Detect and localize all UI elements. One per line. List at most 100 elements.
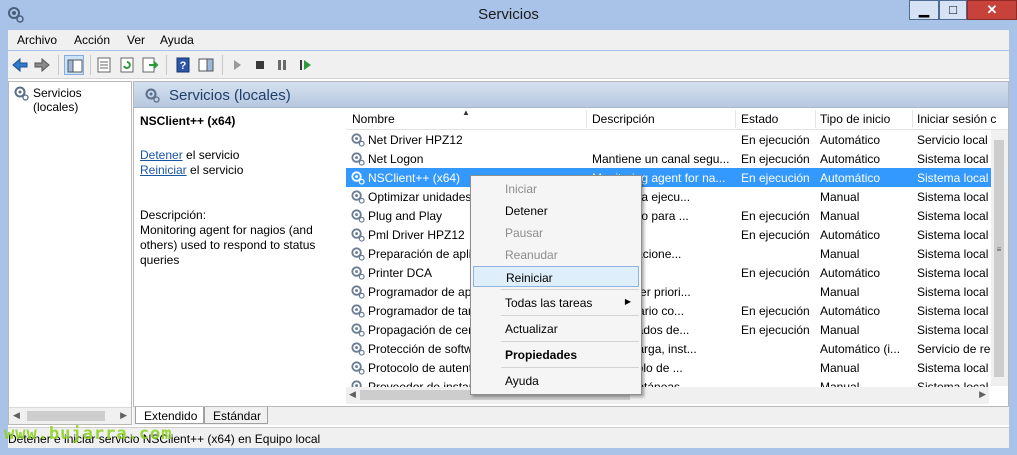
- service-gear-icon: [350, 303, 365, 318]
- table-row[interactable]: NSClient++ (x64) Monitoring agent for na.…: [346, 168, 1008, 187]
- service-gear-icon: [350, 208, 365, 223]
- column-divider[interactable]: [586, 110, 587, 128]
- cell-startup-type: Automático: [820, 152, 881, 166]
- stop-service-link[interactable]: Detener: [140, 148, 183, 162]
- list-horizontal-scrollbar[interactable]: ◀ ▶: [346, 387, 989, 404]
- table-row[interactable]: Printer DCA En ejecución Automático Sistema…: [346, 263, 1008, 282]
- restart-service-link[interactable]: Reiniciar: [140, 163, 187, 177]
- cell-state: En ejecución: [741, 323, 810, 337]
- restart-service-button[interactable]: [295, 55, 315, 75]
- column-divider[interactable]: [735, 110, 736, 128]
- cell-startup-type: Automático: [820, 171, 881, 185]
- service-gear-icon: [350, 132, 365, 147]
- properties-view-button[interactable]: [94, 55, 114, 75]
- service-gear-icon: [350, 284, 365, 299]
- column-header-log-on-as[interactable]: Iniciar sesión c: [917, 112, 1008, 128]
- close-icon: ✕: [986, 2, 998, 17]
- scroll-right-icon[interactable]: ▶: [120, 410, 127, 421]
- context-menu-item-reiniciar[interactable]: Reiniciar: [473, 266, 639, 287]
- selected-service-name: NSClient++ (x64): [140, 114, 236, 128]
- cell-startup-type: Manual: [820, 323, 860, 337]
- context-menu-item-actualizar[interactable]: Actualizar: [473, 318, 639, 339]
- scroll-right-icon[interactable]: ▶: [979, 389, 986, 400]
- window-frame-bottom: [0, 448, 1017, 455]
- restart-icon: [300, 60, 311, 70]
- menu-item-label: Propiedades: [505, 348, 578, 362]
- list-header: Nombre ▲ Descripción Estado Tipo de inic…: [346, 108, 1008, 130]
- maximize-button[interactable]: □: [939, 0, 967, 20]
- column-header-description[interactable]: Descripción: [592, 112, 732, 128]
- table-row[interactable]: Programador de ap...stablecer priori...M…: [346, 282, 1008, 301]
- table-row[interactable]: Protocolo de autent...Protocolo de ...Ma…: [346, 358, 1008, 377]
- context-menu-item-propiedades[interactable]: Propiedades: [473, 344, 639, 365]
- cell-state: En ejecución: [741, 152, 810, 166]
- maximize-icon: □: [949, 2, 957, 17]
- menu-item-label: Todas las tareas: [505, 296, 593, 310]
- forward-button[interactable]: [32, 55, 52, 75]
- menu-archivo[interactable]: Archivo: [17, 33, 57, 47]
- column-divider[interactable]: [912, 110, 913, 128]
- menu-item-label: Ayuda: [505, 374, 539, 388]
- scroll-thumb[interactable]: [27, 411, 105, 421]
- table-row[interactable]: Propagación de cer...certificados de...E…: [346, 320, 1008, 339]
- console-tree-button[interactable]: [64, 55, 84, 75]
- scroll-grip-icon: ≡: [996, 245, 1002, 254]
- tab-estandar[interactable]: Estándar: [204, 407, 269, 424]
- menu-separator: [501, 315, 639, 316]
- menu-item-label: Iniciar: [505, 182, 538, 196]
- tree-horizontal-scrollbar[interactable]: ◀ ▶: [9, 407, 131, 424]
- column-header-state[interactable]: Estado: [741, 112, 815, 128]
- column-divider[interactable]: [815, 110, 816, 128]
- restart-action-line: Reiniciar el servicio: [140, 163, 243, 177]
- start-service-button[interactable]: [227, 55, 247, 75]
- menu-ayuda[interactable]: Ayuda: [160, 33, 194, 47]
- stop-icon: [256, 61, 264, 69]
- menu-item-label: Actualizar: [505, 322, 558, 336]
- window-frame-right: [1009, 29, 1017, 455]
- view-tabs: Extendido Estándar: [133, 407, 1009, 425]
- back-button[interactable]: [10, 55, 30, 75]
- toolbar-separator: [90, 55, 91, 75]
- help-icon: ?: [176, 57, 190, 73]
- console-tree-pane: Servicios (locales) ◀ ▶: [8, 81, 132, 425]
- table-row[interactable]: Net Logon Mantiene un canal segu... En eje…: [346, 149, 1008, 168]
- table-row[interactable]: Programador de tar...un usuario co...En …: [346, 301, 1008, 320]
- cell-state: En ejecución: [741, 209, 810, 223]
- export-list-button[interactable]: [140, 55, 160, 75]
- menu-item-label: Reiniciar: [506, 271, 553, 285]
- help-button[interactable]: ?: [173, 55, 193, 75]
- scroll-thumb[interactable]: [994, 140, 1004, 377]
- context-menu-item-pausar: Pausar: [473, 222, 639, 243]
- table-row[interactable]: Net Driver HPZ12 En ejecución Automático Se…: [346, 130, 1008, 149]
- close-button[interactable]: ✕: [967, 0, 1017, 20]
- minimize-icon: ▁: [919, 2, 929, 17]
- refresh-button[interactable]: [117, 55, 137, 75]
- cell-startup-type: Automático (i...: [820, 342, 901, 356]
- menu-accion[interactable]: Acción: [74, 33, 110, 47]
- show-hide-action-pane-button[interactable]: [196, 55, 216, 75]
- cell-startup-type: Automático: [820, 133, 881, 147]
- tree-item-services-local[interactable]: Servicios (locales): [11, 84, 129, 114]
- table-row[interactable]: Plug and Play...n equipo para ...En ejec…: [346, 206, 1008, 225]
- list-vertical-scrollbar[interactable]: ≡: [991, 130, 1008, 386]
- scroll-left-icon[interactable]: ◀: [13, 410, 20, 421]
- table-row[interactable]: Optimizar unidades...equipo a ejecu...Ma…: [346, 187, 1008, 206]
- menu-ver[interactable]: Ver: [127, 33, 145, 47]
- context-menu-item-detener[interactable]: Detener: [473, 200, 639, 221]
- tab-extendido[interactable]: Extendido: [135, 407, 205, 424]
- context-menu-item-ayuda[interactable]: Ayuda: [473, 370, 639, 391]
- pause-service-button[interactable]: [272, 55, 292, 75]
- context-menu-item-reanudar: Reanudar: [473, 244, 639, 265]
- table-row[interactable]: Preparación de apli...s aplicacione...Ma…: [346, 244, 1008, 263]
- svg-text:?: ?: [180, 60, 187, 72]
- menu-bar: Archivo Acción Ver Ayuda: [0, 29, 1017, 51]
- table-row[interactable]: Pml Driver HPZ12 En ejecución Automático Si…: [346, 225, 1008, 244]
- column-header-startup-type[interactable]: Tipo de inicio: [820, 112, 910, 128]
- cell-startup-type: Manual: [820, 209, 860, 223]
- scroll-left-icon[interactable]: ◀: [349, 389, 356, 400]
- context-menu-item-todas-las-tareas[interactable]: Todas las tareas ▶: [473, 292, 639, 313]
- table-row[interactable]: Protección de softw ...a descarga, inst..…: [346, 339, 1008, 358]
- document-list-icon: [97, 57, 111, 73]
- minimize-button[interactable]: ▁: [909, 0, 939, 20]
- stop-service-button[interactable]: [250, 55, 270, 75]
